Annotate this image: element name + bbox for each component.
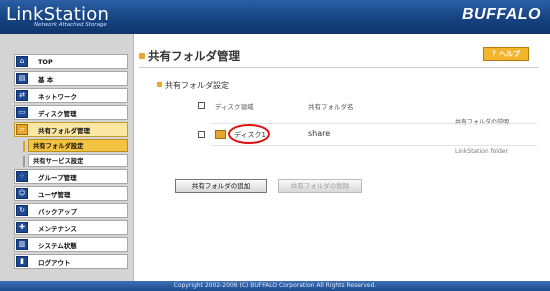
- home-icon: ⌂: [16, 56, 28, 67]
- section-title: 共有フォルダ設定: [165, 81, 229, 90]
- sidebar-subitem-label: 共有フォルダ設定: [33, 143, 84, 150]
- description-value: LinkStation folder: [455, 148, 508, 155]
- sidebar-item-label: ユーザ管理: [38, 190, 71, 199]
- sidebar-item-label: TOP: [38, 57, 53, 66]
- sidebar-item-label: ログアウト: [38, 258, 71, 267]
- row-checkbox[interactable]: [198, 131, 205, 138]
- page-title: 共有フォルダ管理: [148, 49, 240, 63]
- add-shared-folder-button[interactable]: 共有フォルダの追加: [175, 179, 267, 193]
- column-header-share: 共有フォルダ名: [308, 103, 354, 111]
- sidebar-subitem-shared-service-settings[interactable]: 共有サービス設定: [23, 154, 128, 167]
- sidebar-item-label: システム状態: [38, 241, 77, 250]
- maintenance-icon: ✚: [16, 222, 28, 233]
- highlight-circle: [228, 124, 270, 144]
- sidebar-item-group[interactable]: ⁘ グループ管理: [14, 169, 128, 184]
- basic-settings-icon: ▤: [16, 73, 28, 84]
- backup-icon: ↻: [16, 205, 28, 216]
- column-header-disk: ディスク領域: [215, 103, 254, 111]
- share-name-value[interactable]: share: [308, 129, 330, 138]
- logout-icon: ▮: [16, 256, 28, 267]
- sidebar-item-logout[interactable]: ▮ ログアウト: [14, 254, 128, 269]
- app-header: LinkStation Network Attached Storage BUF…: [0, 0, 550, 34]
- delete-shared-folder-button[interactable]: 共有フォルダの削除: [278, 179, 362, 193]
- sidebar-item-top[interactable]: ⌂ TOP: [14, 54, 128, 69]
- sidebar-menu: ⌂ TOP ▤ 基 本 ⇄ ネットワーク ▭ ディスク管理 ▱ 共有フォルダ管理…: [14, 54, 128, 271]
- sidebar-subitem-label: 共有サービス設定: [33, 158, 84, 165]
- row-divider: [211, 145, 537, 146]
- buffalo-logo: BUFFALO: [461, 6, 541, 23]
- sidebar-item-label: ディスク管理: [38, 109, 77, 118]
- sidebar-item-label: 基 本: [38, 75, 54, 84]
- sidebar: ⌂ TOP ▤ 基 本 ⇄ ネットワーク ▭ ディスク管理 ▱ 共有フォルダ管理…: [0, 34, 134, 281]
- column-header-description: 共有フォルダの説明: [455, 117, 509, 126]
- sidebar-item-basic[interactable]: ▤ 基 本: [14, 71, 128, 86]
- footer: Copyright 2002-2006 (C) BUFFALO Corporat…: [0, 281, 550, 291]
- sidebar-item-user[interactable]: ☺ ユーザ管理: [14, 186, 128, 201]
- sidebar-item-label: 共有フォルダ管理: [38, 126, 90, 135]
- main-content: 共有フォルダ管理 ？ヘルプ 共有フォルダ設定 ディスク領域 共有フォルダ名 共有…: [135, 34, 550, 281]
- network-icon: ⇄: [16, 90, 28, 101]
- help-button[interactable]: ？ヘルプ: [483, 47, 529, 61]
- logo-subtitle: Network Attached Storage: [34, 22, 107, 28]
- sidebar-item-label: メンテナンス: [38, 224, 77, 233]
- row-divider: [211, 123, 537, 124]
- sidebar-item-system-status[interactable]: ▥ システム状態: [14, 237, 128, 252]
- shared-folder-icon: [215, 130, 226, 139]
- system-status-icon: ▥: [16, 239, 28, 250]
- select-all-checkbox[interactable]: [198, 102, 205, 109]
- sidebar-subitem-shared-folder-settings[interactable]: 共有フォルダ設定: [23, 139, 128, 152]
- title-bullet-icon: [139, 53, 145, 59]
- title-divider: [139, 67, 539, 68]
- sidebar-item-label: グループ管理: [38, 173, 77, 182]
- sidebar-item-label: ネットワーク: [38, 92, 77, 101]
- sidebar-item-shared-folder[interactable]: ▱ 共有フォルダ管理: [14, 122, 128, 137]
- sidebar-item-backup[interactable]: ↻ バックアップ: [14, 203, 128, 218]
- sidebar-item-network[interactable]: ⇄ ネットワーク: [14, 88, 128, 103]
- sidebar-item-disk[interactable]: ▭ ディスク管理: [14, 105, 128, 120]
- sidebar-item-maintenance[interactable]: ✚ メンテナンス: [14, 220, 128, 235]
- section-bullet-icon: [157, 82, 162, 87]
- sidebar-item-label: バックアップ: [38, 207, 77, 216]
- disk-icon: ▭: [16, 107, 28, 118]
- folder-icon: ▱: [16, 124, 28, 135]
- user-icon: ☺: [16, 188, 28, 199]
- group-icon: ⁘: [16, 171, 28, 182]
